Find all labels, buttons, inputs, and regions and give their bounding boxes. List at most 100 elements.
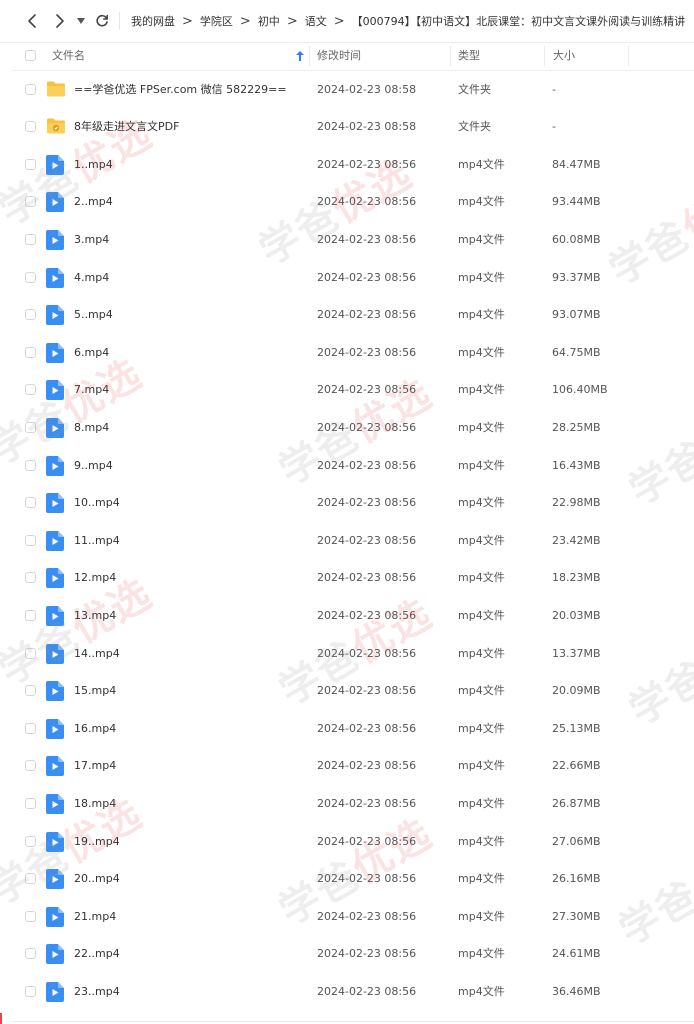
refresh-button[interactable] bbox=[92, 11, 112, 31]
file-row[interactable]: 19..mp4 2024-02-23 08:56 mp4文件 27.06MB bbox=[12, 823, 694, 861]
file-name[interactable]: 10..mp4 bbox=[74, 484, 120, 522]
file-name[interactable]: 18.mp4 bbox=[74, 785, 116, 823]
column-header-name[interactable]: 文件名 bbox=[52, 42, 85, 70]
file-row[interactable]: 8年级走进文言文PDF 2024-02-23 08:58 文件夹 - bbox=[12, 108, 694, 146]
file-name[interactable]: 1..mp4 bbox=[74, 146, 113, 184]
forward-button[interactable] bbox=[50, 11, 70, 31]
row-checkbox[interactable] bbox=[25, 421, 36, 433]
breadcrumb-item-academy[interactable]: 学院区 bbox=[200, 13, 233, 29]
column-divider[interactable] bbox=[628, 46, 629, 66]
row-checkbox[interactable] bbox=[25, 948, 36, 960]
row-checkbox[interactable] bbox=[25, 121, 36, 133]
file-name[interactable]: 15.mp4 bbox=[74, 672, 116, 710]
file-type: mp4文件 bbox=[458, 646, 505, 660]
file-name[interactable]: 13.mp4 bbox=[74, 597, 116, 635]
sort-ascending-icon[interactable] bbox=[296, 51, 304, 61]
file-row[interactable]: 2..mp4 2024-02-23 08:56 mp4文件 93.44MB bbox=[12, 183, 694, 221]
file-type: mp4文件 bbox=[458, 157, 505, 171]
file-name[interactable]: 11..mp4 bbox=[74, 522, 120, 560]
breadcrumb-item-chinese[interactable]: 语文 bbox=[305, 13, 327, 29]
file-name[interactable]: 2..mp4 bbox=[74, 183, 113, 221]
column-header-modified[interactable]: 修改时间 bbox=[317, 42, 361, 70]
file-row[interactable]: 5..mp4 2024-02-23 08:56 mp4文件 93.07MB bbox=[12, 296, 694, 334]
file-name[interactable]: 8年级走进文言文PDF bbox=[74, 108, 179, 146]
row-checkbox[interactable] bbox=[25, 233, 36, 245]
row-checkbox[interactable] bbox=[25, 346, 36, 358]
column-divider[interactable] bbox=[544, 46, 545, 66]
file-row[interactable]: 16.mp4 2024-02-23 08:56 mp4文件 25.13MB bbox=[12, 710, 694, 748]
file-name[interactable]: 12.mp4 bbox=[74, 559, 116, 597]
breadcrumb-item-current-folder[interactable]: 【000794】【初中语文】北辰课堂：初中文言文课外阅读与训练精讲 bbox=[352, 13, 686, 29]
file-row[interactable]: 17.mp4 2024-02-23 08:56 mp4文件 22.66MB bbox=[12, 747, 694, 785]
row-checkbox[interactable] bbox=[25, 534, 36, 546]
file-name[interactable]: 23..mp4 bbox=[74, 973, 120, 1011]
file-row[interactable]: 4.mp4 2024-02-23 08:56 mp4文件 93.37MB bbox=[12, 259, 694, 297]
file-name[interactable]: 19..mp4 bbox=[74, 823, 120, 861]
back-button[interactable] bbox=[22, 11, 42, 31]
file-type: mp4文件 bbox=[458, 345, 505, 359]
file-name[interactable]: 8.mp4 bbox=[74, 409, 109, 447]
file-name[interactable]: 14..mp4 bbox=[74, 635, 120, 673]
file-row[interactable]: 21.mp4 2024-02-23 08:56 mp4文件 27.30MB bbox=[12, 898, 694, 936]
row-checkbox[interactable] bbox=[25, 760, 36, 772]
row-checkbox[interactable] bbox=[25, 685, 36, 697]
file-row[interactable]: 13.mp4 2024-02-23 08:56 mp4文件 20.03MB bbox=[12, 597, 694, 635]
column-divider[interactable] bbox=[450, 46, 451, 66]
row-checkbox[interactable] bbox=[25, 797, 36, 809]
file-name[interactable]: 21.mp4 bbox=[74, 898, 116, 936]
video-file-icon bbox=[46, 944, 66, 965]
column-divider[interactable] bbox=[309, 46, 310, 66]
file-name[interactable]: 22..mp4 bbox=[74, 935, 120, 973]
row-checkbox[interactable] bbox=[25, 910, 36, 922]
file-name[interactable]: ==学爸优选 FPSer.com 微信 582229== bbox=[74, 71, 287, 109]
file-row[interactable]: 8.mp4 2024-02-23 08:56 mp4文件 28.25MB bbox=[12, 409, 694, 447]
history-dropdown-button[interactable] bbox=[74, 11, 88, 31]
file-row[interactable]: 10..mp4 2024-02-23 08:56 mp4文件 22.98MB bbox=[12, 484, 694, 522]
file-name[interactable]: 5..mp4 bbox=[74, 296, 113, 334]
file-row[interactable]: 1..mp4 2024-02-23 08:56 mp4文件 84.47MB bbox=[12, 146, 694, 184]
file-row[interactable]: 7.mp4 2024-02-23 08:56 mp4文件 106.40MB bbox=[12, 371, 694, 409]
column-header-size[interactable]: 大小 bbox=[553, 42, 575, 70]
file-row[interactable]: 11..mp4 2024-02-23 08:56 mp4文件 23.42MB bbox=[12, 522, 694, 560]
breadcrumb-item-junior-high[interactable]: 初中 bbox=[258, 13, 280, 29]
file-row[interactable]: 14..mp4 2024-02-23 08:56 mp4文件 13.37MB bbox=[12, 635, 694, 673]
row-checkbox[interactable] bbox=[25, 873, 36, 885]
file-row[interactable]: 18.mp4 2024-02-23 08:56 mp4文件 26.87MB bbox=[12, 785, 694, 823]
file-name[interactable]: 16.mp4 bbox=[74, 710, 116, 748]
column-header-type[interactable]: 类型 bbox=[458, 42, 480, 70]
row-checkbox[interactable] bbox=[25, 647, 36, 659]
row-checkbox[interactable] bbox=[25, 83, 36, 95]
file-name[interactable]: 4.mp4 bbox=[74, 259, 109, 297]
row-checkbox[interactable] bbox=[25, 985, 36, 997]
row-checkbox[interactable] bbox=[25, 158, 36, 170]
file-row[interactable]: 12.mp4 2024-02-23 08:56 mp4文件 18.23MB bbox=[12, 559, 694, 597]
breadcrumb-item-my-drive[interactable]: 我的网盘 bbox=[131, 13, 175, 29]
row-checkbox[interactable] bbox=[25, 196, 36, 208]
file-row[interactable]: 9..mp4 2024-02-23 08:56 mp4文件 16.43MB bbox=[12, 447, 694, 485]
select-all-checkbox[interactable] bbox=[25, 50, 36, 61]
row-checkbox[interactable] bbox=[25, 497, 36, 509]
file-row[interactable]: 15.mp4 2024-02-23 08:56 mp4文件 20.09MB bbox=[12, 672, 694, 710]
file-row[interactable]: 6.mp4 2024-02-23 08:56 mp4文件 64.75MB bbox=[12, 334, 694, 372]
file-name[interactable]: 17.mp4 bbox=[74, 747, 116, 785]
row-checkbox[interactable] bbox=[25, 835, 36, 847]
row-checkbox[interactable] bbox=[25, 384, 36, 396]
row-checkbox[interactable] bbox=[25, 609, 36, 621]
file-name[interactable]: 3.mp4 bbox=[74, 221, 109, 259]
row-checkbox[interactable] bbox=[25, 271, 36, 283]
file-name[interactable]: 7.mp4 bbox=[74, 371, 109, 409]
file-name[interactable]: 9..mp4 bbox=[74, 447, 113, 485]
file-row[interactable]: ==学爸优选 FPSer.com 微信 582229== 2024-02-23 0… bbox=[12, 71, 694, 109]
file-name[interactable]: 20..mp4 bbox=[74, 860, 120, 898]
file-row[interactable]: 23..mp4 2024-02-23 08:56 mp4文件 36.46MB bbox=[12, 973, 694, 1011]
row-checkbox[interactable] bbox=[25, 459, 36, 471]
file-row[interactable]: 20..mp4 2024-02-23 08:56 mp4文件 26.16MB bbox=[12, 860, 694, 898]
file-name[interactable]: 6.mp4 bbox=[74, 334, 109, 372]
file-row[interactable]: 22..mp4 2024-02-23 08:56 mp4文件 24.61MB bbox=[12, 935, 694, 973]
row-checkbox[interactable] bbox=[25, 722, 36, 734]
row-checkbox[interactable] bbox=[25, 309, 36, 321]
row-checkbox[interactable] bbox=[25, 572, 36, 584]
file-modified-date: 2024-02-23 08:56 bbox=[317, 308, 417, 322]
file-row[interactable]: 3.mp4 2024-02-23 08:56 mp4文件 60.08MB bbox=[12, 221, 694, 259]
list-bottom-divider bbox=[12, 1021, 694, 1022]
